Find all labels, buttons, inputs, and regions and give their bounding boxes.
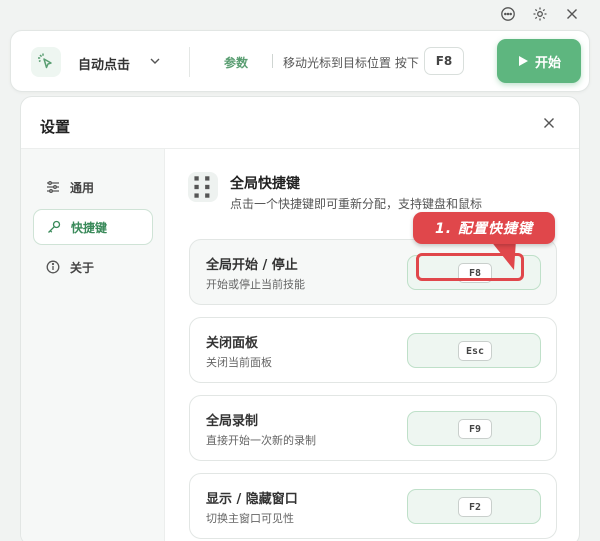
section-title: 全局快捷键 xyxy=(230,176,300,192)
param-divider xyxy=(272,54,273,68)
hotkey-badge: F8 xyxy=(424,47,464,75)
hotkey-key: Esc xyxy=(458,341,492,361)
hint-text: 移动光标到目标位置 按下 xyxy=(283,56,419,70)
window-controls xyxy=(498,4,582,24)
toolbar-divider xyxy=(189,47,190,77)
hotkey-title: 全局开始 / 停止 xyxy=(206,258,298,273)
hotkey-card-start-stop: 全局开始 / 停止 开始或停止当前技能 F8 xyxy=(189,239,557,305)
cursor-click-icon xyxy=(31,47,61,77)
mode-label[interactable]: 自动点击 xyxy=(78,54,130,73)
settings-sidebar: 通用 快捷键 关于 xyxy=(21,149,165,541)
hotkey-title: 全局录制 xyxy=(206,414,259,429)
hotkey-desc: 开始或停止当前技能 xyxy=(206,278,305,291)
dialog-title: 设置 xyxy=(40,118,71,136)
info-icon xyxy=(46,260,60,274)
sidebar-item-label: 通用 xyxy=(70,180,95,195)
hotkey-card-record: 全局录制 直接开始一次新的录制 F9 xyxy=(189,395,557,461)
play-icon xyxy=(518,56,528,66)
hotkey-key: F2 xyxy=(458,497,492,517)
hotkey-card-toggle-window: 显示 / 隐藏窗口 切换主窗口可见性 F2 xyxy=(189,473,557,539)
settings-dialog: 设置 通用 快捷键 关于 全局快捷键 点击一个快捷键即可重新分配，支持键盘和鼠标… xyxy=(20,96,580,541)
sidebar-item-label: 快捷键 xyxy=(71,220,108,235)
param-label[interactable]: 参数 xyxy=(224,54,248,71)
hotkey-title: 关闭面板 xyxy=(206,336,259,351)
start-button-label: 开始 xyxy=(534,55,561,71)
hotkey-desc: 关闭当前面板 xyxy=(206,356,272,369)
close-icon[interactable] xyxy=(541,115,557,131)
hotkey-desc: 直接开始一次新的录制 xyxy=(206,434,316,447)
chat-icon[interactable] xyxy=(498,4,518,24)
chevron-down-icon[interactable] xyxy=(147,53,163,69)
dialog-header: 设置 xyxy=(21,97,579,149)
main-toolbar: 自动点击 参数 移动光标到目标位置 按下 F8 开始 xyxy=(10,30,590,92)
sidebar-item-label: 关于 xyxy=(70,260,95,275)
sidebar-item-about[interactable]: 关于 xyxy=(33,249,153,285)
start-button[interactable]: 开始 xyxy=(497,39,581,83)
hotkey-key: F8 xyxy=(458,263,492,283)
hotkey-button[interactable]: F2 xyxy=(407,489,541,524)
settings-content: 全局快捷键 点击一个快捷键即可重新分配，支持键盘和鼠标 全局开始 / 停止 开始… xyxy=(166,149,579,541)
hotkey-button[interactable]: F8 xyxy=(407,255,541,290)
hotkey-title: 显示 / 隐藏窗口 xyxy=(206,492,298,507)
hotkey-button[interactable]: F9 xyxy=(407,411,541,446)
keyboard-icon xyxy=(188,172,218,202)
hotkey-key: F9 xyxy=(458,419,492,439)
hotkey-card-close-panel: 关闭面板 关闭当前面板 Esc xyxy=(189,317,557,383)
sidebar-item-general[interactable]: 通用 xyxy=(33,169,153,205)
key-icon xyxy=(48,220,61,233)
annotation-callout: 1. 配置快捷键 xyxy=(413,212,555,244)
close-icon[interactable] xyxy=(562,4,582,24)
hotkey-desc: 切换主窗口可见性 xyxy=(206,512,294,525)
sliders-icon xyxy=(47,181,59,193)
gear-icon[interactable] xyxy=(530,4,550,24)
sidebar-item-hotkeys[interactable]: 快捷键 xyxy=(33,209,153,245)
section-subtitle: 点击一个快捷键即可重新分配，支持键盘和鼠标 xyxy=(230,197,483,211)
hotkey-button[interactable]: Esc xyxy=(407,333,541,368)
